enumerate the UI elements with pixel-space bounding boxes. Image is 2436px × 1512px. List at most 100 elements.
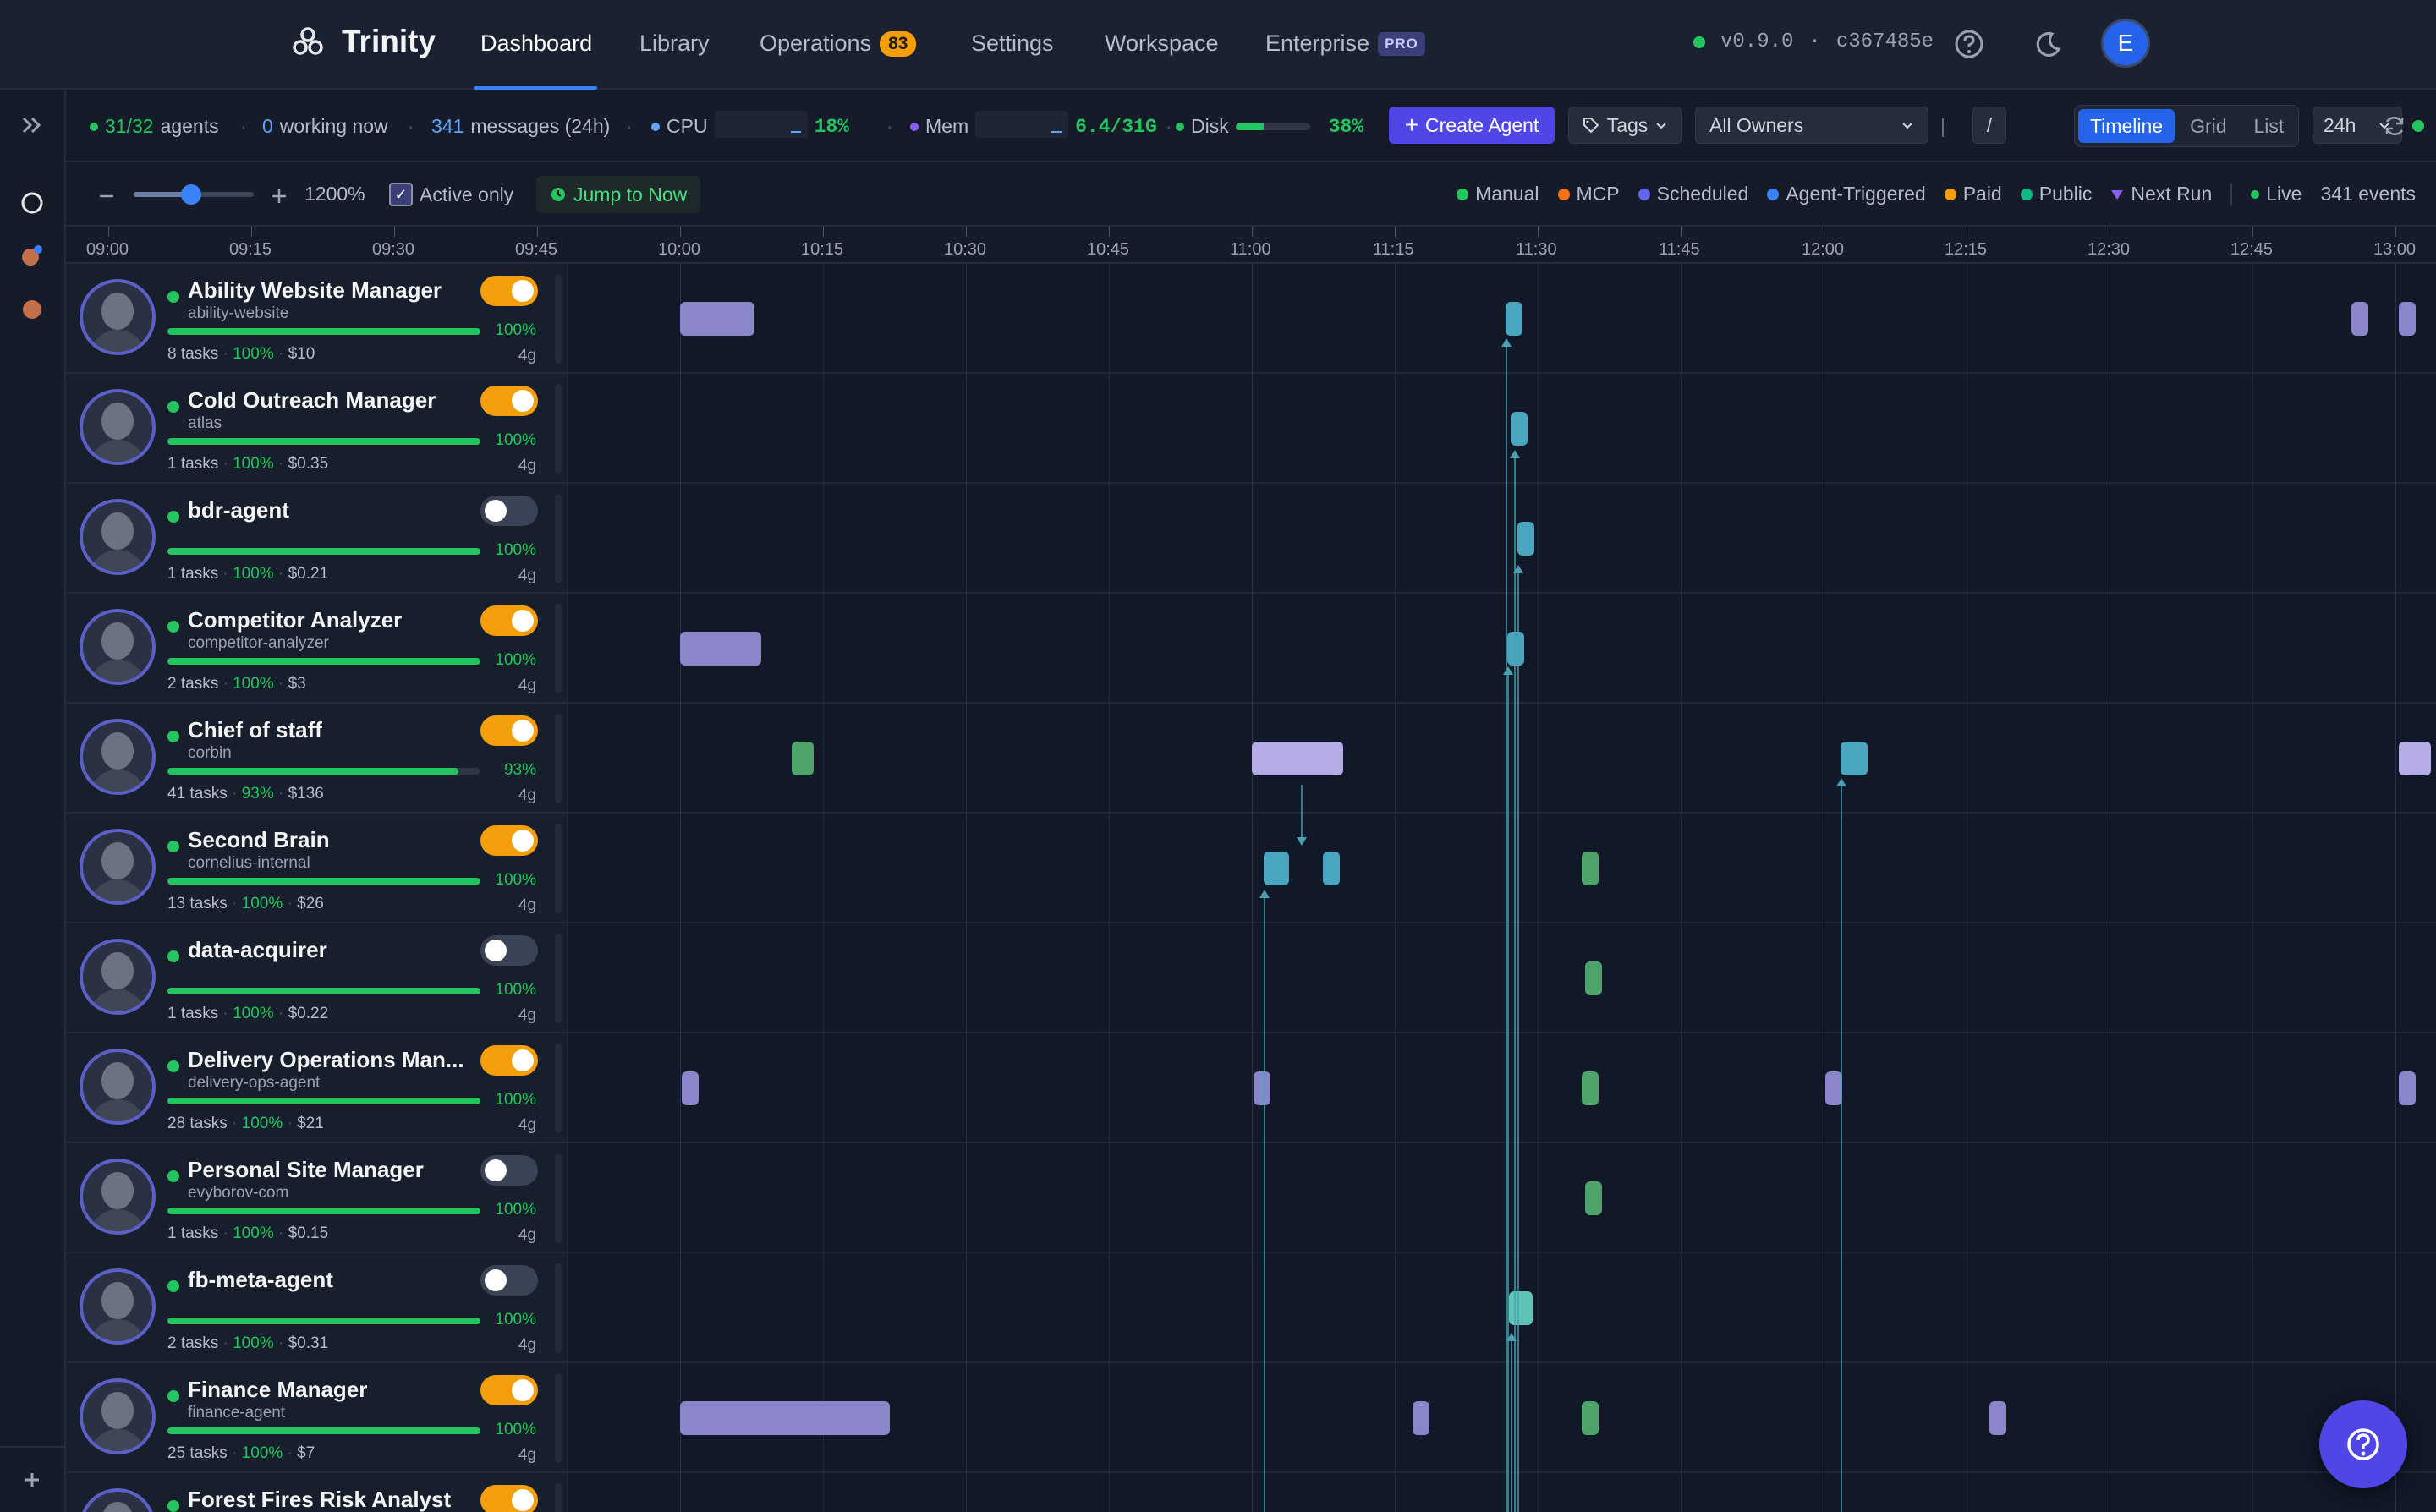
agent-enabled-toggle[interactable] <box>480 496 538 526</box>
mem-dot-icon <box>910 122 919 131</box>
timeline-event[interactable] <box>1841 742 1868 775</box>
timeline-row <box>568 923 2436 1033</box>
agent-enabled-toggle[interactable] <box>480 935 538 966</box>
timeline-event[interactable] <box>1254 1071 1270 1105</box>
connector-arrow-icon <box>1501 338 1512 347</box>
jump-to-now-button[interactable]: Jump to Now <box>536 176 701 213</box>
timeline-event[interactable] <box>1585 1181 1602 1215</box>
timeline-event[interactable] <box>792 742 814 775</box>
tab-enterprise[interactable]: Enterprise PRO <box>1265 30 1425 57</box>
agents-count: 31/32 <box>105 115 154 137</box>
timeline-event[interactable] <box>1507 632 1524 666</box>
timeline-event[interactable] <box>680 302 754 336</box>
task-count: 1 <box>167 565 177 583</box>
timeline-event[interactable] <box>1511 412 1528 446</box>
timeline-event[interactable] <box>2399 1071 2416 1105</box>
refresh-icon[interactable] <box>2382 113 2407 139</box>
agent-enabled-toggle[interactable] <box>480 605 538 636</box>
help-fab-button[interactable] <box>2319 1400 2407 1488</box>
agent-enabled-toggle[interactable] <box>480 386 538 416</box>
timeline-event[interactable] <box>680 1401 890 1435</box>
timeline-event[interactable] <box>1252 742 1343 775</box>
dark-mode-icon[interactable] <box>2030 27 2064 61</box>
view-timeline[interactable]: Timeline <box>2078 109 2175 143</box>
agent-enabled-toggle[interactable] <box>480 1045 538 1076</box>
timeline-event[interactable] <box>2399 742 2431 775</box>
create-agent-button[interactable]: + Create Agent <box>1389 107 1555 144</box>
agent-dot-icon[interactable] <box>12 235 52 276</box>
expand-sidebar-icon[interactable] <box>17 110 47 140</box>
zoom-slider-knob[interactable] <box>181 184 202 205</box>
zoom-slider[interactable] <box>134 184 254 205</box>
tab-workspace[interactable]: Workspace <box>1105 30 1219 57</box>
view-list[interactable]: List <box>2242 109 2296 143</box>
add-icon[interactable] <box>17 1465 47 1495</box>
owners-select[interactable]: All Owners <box>1695 107 1928 144</box>
checkbox-checked-icon[interactable]: ✓ <box>389 183 413 206</box>
agent-row[interactable]: data-acquirer 100% 1 tasks · 100% · $0.22 4… <box>66 923 567 1033</box>
tab-label: Operations <box>760 30 872 56</box>
timeline-event[interactable] <box>1989 1401 2006 1435</box>
timeline-event[interactable] <box>1517 522 1534 556</box>
tab-settings[interactable]: Settings <box>971 30 1054 57</box>
agent-row[interactable]: Cold Outreach Manager atlas 100% 1 tasks · … <box>66 374 567 484</box>
brand[interactable]: Trinity <box>291 24 436 59</box>
connector-arrow-icon <box>1503 666 1513 675</box>
agent-name: Chief of staff <box>188 717 322 742</box>
task-success: 100% <box>233 1334 274 1352</box>
tags-dropdown[interactable]: Tags <box>1568 107 1682 144</box>
timeline-event[interactable] <box>1413 1401 1429 1435</box>
agent-row[interactable]: Second Brain cornelius-internal 100% 13 tas… <box>66 814 567 923</box>
timeline-event[interactable] <box>682 1071 699 1105</box>
legend-label: Scheduled <box>1656 183 1749 205</box>
agent-row[interactable]: Forest Fires Risk Analyst <box>66 1473 567 1512</box>
slash-shortcut[interactable]: / <box>1972 107 2006 144</box>
toggle-knob <box>512 720 534 742</box>
timeline-event[interactable] <box>1509 1291 1533 1325</box>
agent-enabled-toggle[interactable] <box>480 715 538 746</box>
timeline-event[interactable] <box>1582 1401 1599 1435</box>
timeline-event[interactable] <box>1506 302 1522 336</box>
timeline-event[interactable] <box>2399 302 2416 336</box>
status-ring-icon[interactable] <box>12 183 52 223</box>
agent-row[interactable]: Chief of staff corbin 93% 41 tasks · 93% · … <box>66 704 567 814</box>
agent-enabled-toggle[interactable] <box>480 1155 538 1186</box>
agent-enabled-toggle[interactable] <box>480 276 538 306</box>
view-grid[interactable]: Grid <box>2178 109 2238 143</box>
agent-row[interactable]: Competitor Analyzer competitor-analyzer 10… <box>66 594 567 704</box>
agent-meta: 1 tasks · 100% · $0.35 <box>167 455 328 474</box>
agent-row[interactable]: Ability Website Manager ability-website 10… <box>66 264 567 374</box>
agent-enabled-toggle[interactable] <box>480 1265 538 1296</box>
timeline-event[interactable] <box>1264 852 1289 885</box>
timeline-event[interactable] <box>1582 1071 1599 1105</box>
user-avatar-button[interactable]: E <box>2101 19 2150 68</box>
timeline-row <box>568 594 2436 704</box>
agent-avatar <box>80 1378 156 1454</box>
timeline-event[interactable] <box>1585 961 1602 995</box>
agent-success-pct: 93% <box>503 761 536 779</box>
timeline-event[interactable] <box>1582 852 1599 885</box>
zoom-out-icon[interactable] <box>96 186 117 206</box>
tab-operations[interactable]: Operations 83 <box>760 30 917 57</box>
active-only-toggle[interactable]: ✓ Active only <box>389 183 513 206</box>
agent-avatar <box>80 389 156 465</box>
timeline-event[interactable] <box>1825 1071 1842 1105</box>
tab-library[interactable]: Library <box>639 30 710 57</box>
tab-dashboard[interactable]: Dashboard <box>480 30 592 57</box>
agent-row[interactable]: Finance Manager finance-agent 100% 25 tasks… <box>66 1363 567 1473</box>
timeline-event[interactable] <box>2351 302 2368 336</box>
agent-enabled-toggle[interactable] <box>480 1375 538 1405</box>
success-bar-fill <box>167 1318 480 1324</box>
agent-success-pct: 100% <box>495 541 536 559</box>
zoom-in-icon[interactable] <box>269 186 289 206</box>
agent-row[interactable]: Delivery Operations Man... delivery-ops-a… <box>66 1033 567 1143</box>
agent-enabled-toggle[interactable] <box>480 825 538 856</box>
timeline-event[interactable] <box>680 632 761 666</box>
agent-row[interactable]: fb-meta-agent 100% 2 tasks · 100% · $0.31 4… <box>66 1253 567 1363</box>
agent-enabled-toggle[interactable] <box>480 1485 538 1512</box>
agent-row[interactable]: Personal Site Manager evyborov-com 100% 1 t… <box>66 1143 567 1253</box>
timeline-event[interactable] <box>1323 852 1340 885</box>
help-icon[interactable] <box>1952 27 1986 61</box>
agent-dot-icon[interactable] <box>12 289 52 330</box>
agent-row[interactable]: bdr-agent 100% 1 tasks · 100% · $0.21 4g <box>66 484 567 594</box>
